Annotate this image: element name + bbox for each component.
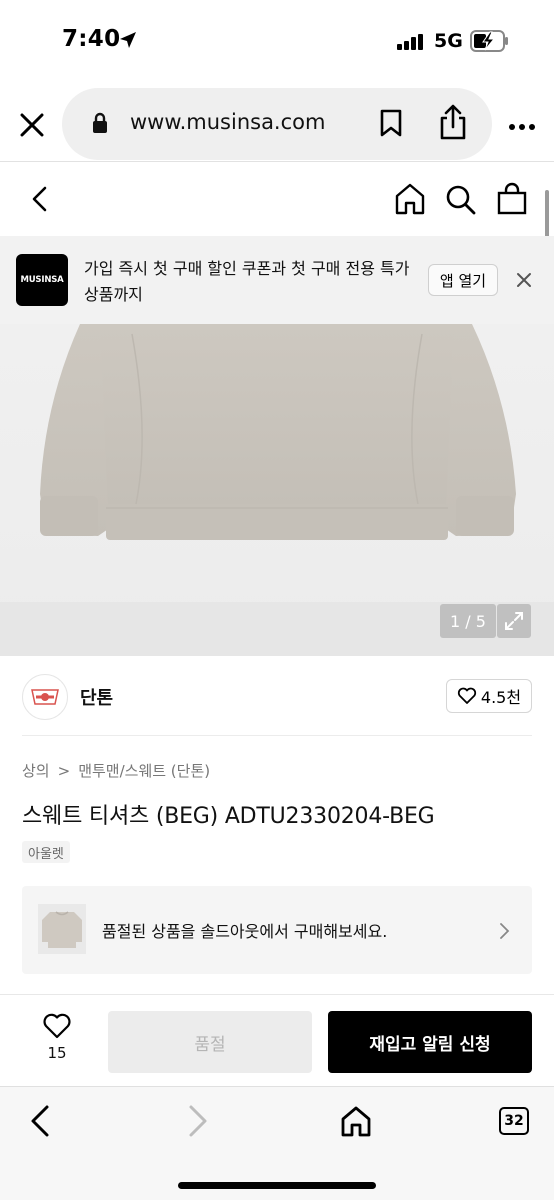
signal-icon: [397, 34, 425, 54]
outlet-badge: 아울렛: [22, 841, 70, 863]
soldout-button: 품절: [108, 1011, 312, 1073]
location-arrow-icon: [118, 30, 138, 54]
url-text[interactable]: www.musinsa.com: [130, 110, 325, 134]
chevron-right-icon: [498, 922, 510, 944]
close-icon[interactable]: [16, 110, 48, 140]
wishlist-count: 15: [47, 1044, 67, 1062]
banner-close-icon[interactable]: [516, 272, 532, 292]
divider: [22, 735, 532, 736]
network-type: 5G: [434, 30, 463, 52]
product-title: 스웨트 티셔츠 (BEG) ADTU2330204-BEG: [22, 804, 435, 829]
lock-icon: [92, 112, 108, 138]
expand-icon[interactable]: [497, 604, 531, 638]
browser-back-icon[interactable]: [28, 1104, 52, 1142]
musinsa-logo: MUSINSA: [16, 254, 68, 306]
breadcrumb-category[interactable]: 상의: [22, 760, 50, 781]
battery-charging-icon: [470, 30, 510, 56]
browser-forward-icon[interactable]: [186, 1104, 210, 1142]
banner-message: 가입 즉시 첫 구매 할인 쿠폰과 첫 구매 전용 특가 상품까지: [84, 259, 410, 304]
bookmark-icon[interactable]: [378, 108, 404, 142]
heart-icon: [457, 687, 477, 704]
like-button[interactable]: 4.5천: [446, 679, 532, 713]
soldout-message: 품절된 상품을 솔드아웃에서 구매해보세요.: [102, 922, 388, 941]
share-icon[interactable]: [438, 104, 468, 144]
breadcrumb-separator: >: [57, 761, 71, 780]
breadcrumb: 상의 > 맨투맨/스웨트 (단톤): [22, 760, 210, 781]
heart-icon: [43, 1013, 71, 1039]
restock-alert-button[interactable]: 재입고 알림 신청: [328, 1011, 532, 1073]
browser-home-icon[interactable]: [340, 1104, 372, 1142]
back-chevron-icon[interactable]: [28, 185, 52, 217]
brand-name[interactable]: 단톤: [80, 684, 113, 710]
brand-logo[interactable]: [22, 674, 68, 720]
sweatshirt-thumbnail: [38, 904, 86, 954]
like-count: 4.5천: [480, 688, 522, 707]
wishlist-button[interactable]: 15: [30, 1012, 84, 1072]
tabs-count-button[interactable]: 32: [499, 1107, 529, 1135]
search-icon[interactable]: [445, 184, 477, 220]
image-counter: 1 / 5: [440, 604, 496, 638]
open-app-button[interactable]: 앱 열기: [428, 264, 498, 296]
breadcrumb-subcategory[interactable]: 맨투맨/스웨트 (단톤): [78, 760, 210, 781]
home-icon[interactable]: [394, 182, 426, 220]
home-indicator: [178, 1182, 376, 1189]
more-icon[interactable]: [508, 116, 536, 135]
status-time: 7:40: [62, 26, 121, 52]
shopping-bag-icon[interactable]: [496, 182, 528, 220]
